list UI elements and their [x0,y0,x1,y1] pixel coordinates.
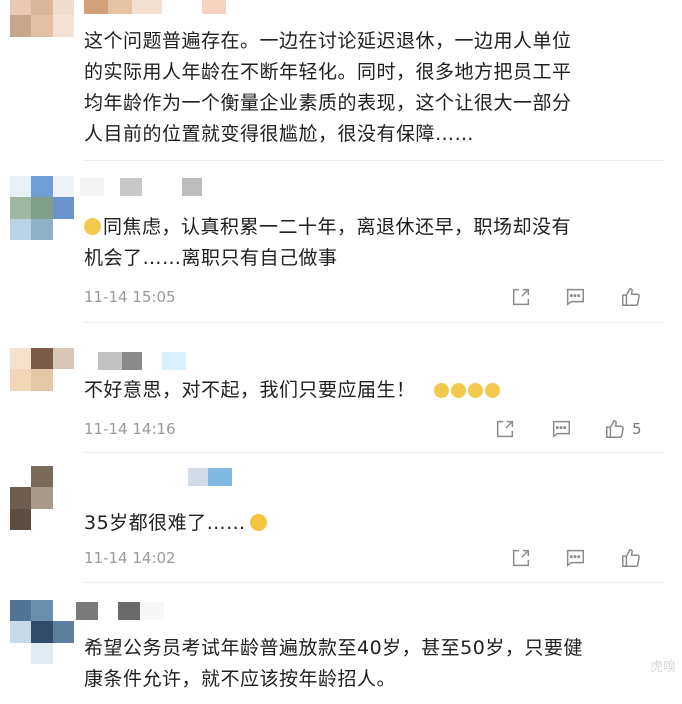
share-button[interactable] [510,546,532,570]
thumbs-up-icon [622,549,640,567]
comment-icon [566,549,584,567]
comment-meta: 11-14 14:02 [84,546,654,570]
emoji-icon [485,383,501,398]
reply-button[interactable] [564,546,586,570]
avatar[interactable] [10,348,74,412]
divider [84,452,664,453]
share-icon [512,288,530,306]
reply-button[interactable] [550,417,572,441]
divider [84,582,664,583]
thumbs-up-icon [622,288,640,306]
comment-icon [566,288,584,306]
like-count: 5 [632,420,642,438]
share-button[interactable] [494,417,516,441]
comment-icon [552,420,570,438]
watermark: 虎嗅 [649,660,676,675]
comment-text: 同焦虑，认真积累一二十年，离退休还早，职场却没有 机会了……离职只有自己做事 [84,216,572,269]
username[interactable] [98,352,186,370]
avatar[interactable] [10,0,74,58]
avatar[interactable] [10,176,74,240]
comment-text: 希望公务员考试年龄普遍放款至40岁，甚至50岁，只要健 康条件允许，就不应该按年… [84,637,583,690]
username[interactable] [84,0,226,14]
divider [84,160,664,161]
comment-text: 35岁都很难了…… [84,508,654,539]
comment-text: 这个问题普遍存在。一边在讨论延迟退休，一边用人单位 的实际用人年龄在不断年轻化。… [84,30,572,145]
emoji-icon [468,383,484,398]
share-icon [512,549,530,567]
avatar[interactable] [10,600,74,664]
share-button[interactable] [510,285,532,309]
like-button[interactable] [620,546,648,570]
username[interactable] [188,468,232,486]
emoji-icon [434,383,450,398]
like-button[interactable] [620,285,648,309]
emoji-icon [451,383,467,398]
avatar[interactable] [10,466,74,530]
share-icon [496,420,514,438]
emoji-icon [249,514,267,531]
comment-meta: 11-14 15:05 [84,285,654,309]
thumbs-up-icon [606,420,624,438]
reply-button[interactable] [564,285,586,309]
timestamp: 11-14 14:16 [84,420,176,438]
username[interactable] [76,602,164,620]
like-button[interactable]: 5 [604,417,642,441]
timestamp: 11-14 14:02 [84,549,176,567]
divider [84,322,664,323]
timestamp: 11-14 15:05 [84,288,176,306]
emoji-icon [84,218,101,235]
username[interactable] [80,178,202,196]
comment-meta: 11-14 14:16 5 [84,417,654,441]
comment-text: 不好意思，对不起，我们只要应届生！ [84,375,654,406]
